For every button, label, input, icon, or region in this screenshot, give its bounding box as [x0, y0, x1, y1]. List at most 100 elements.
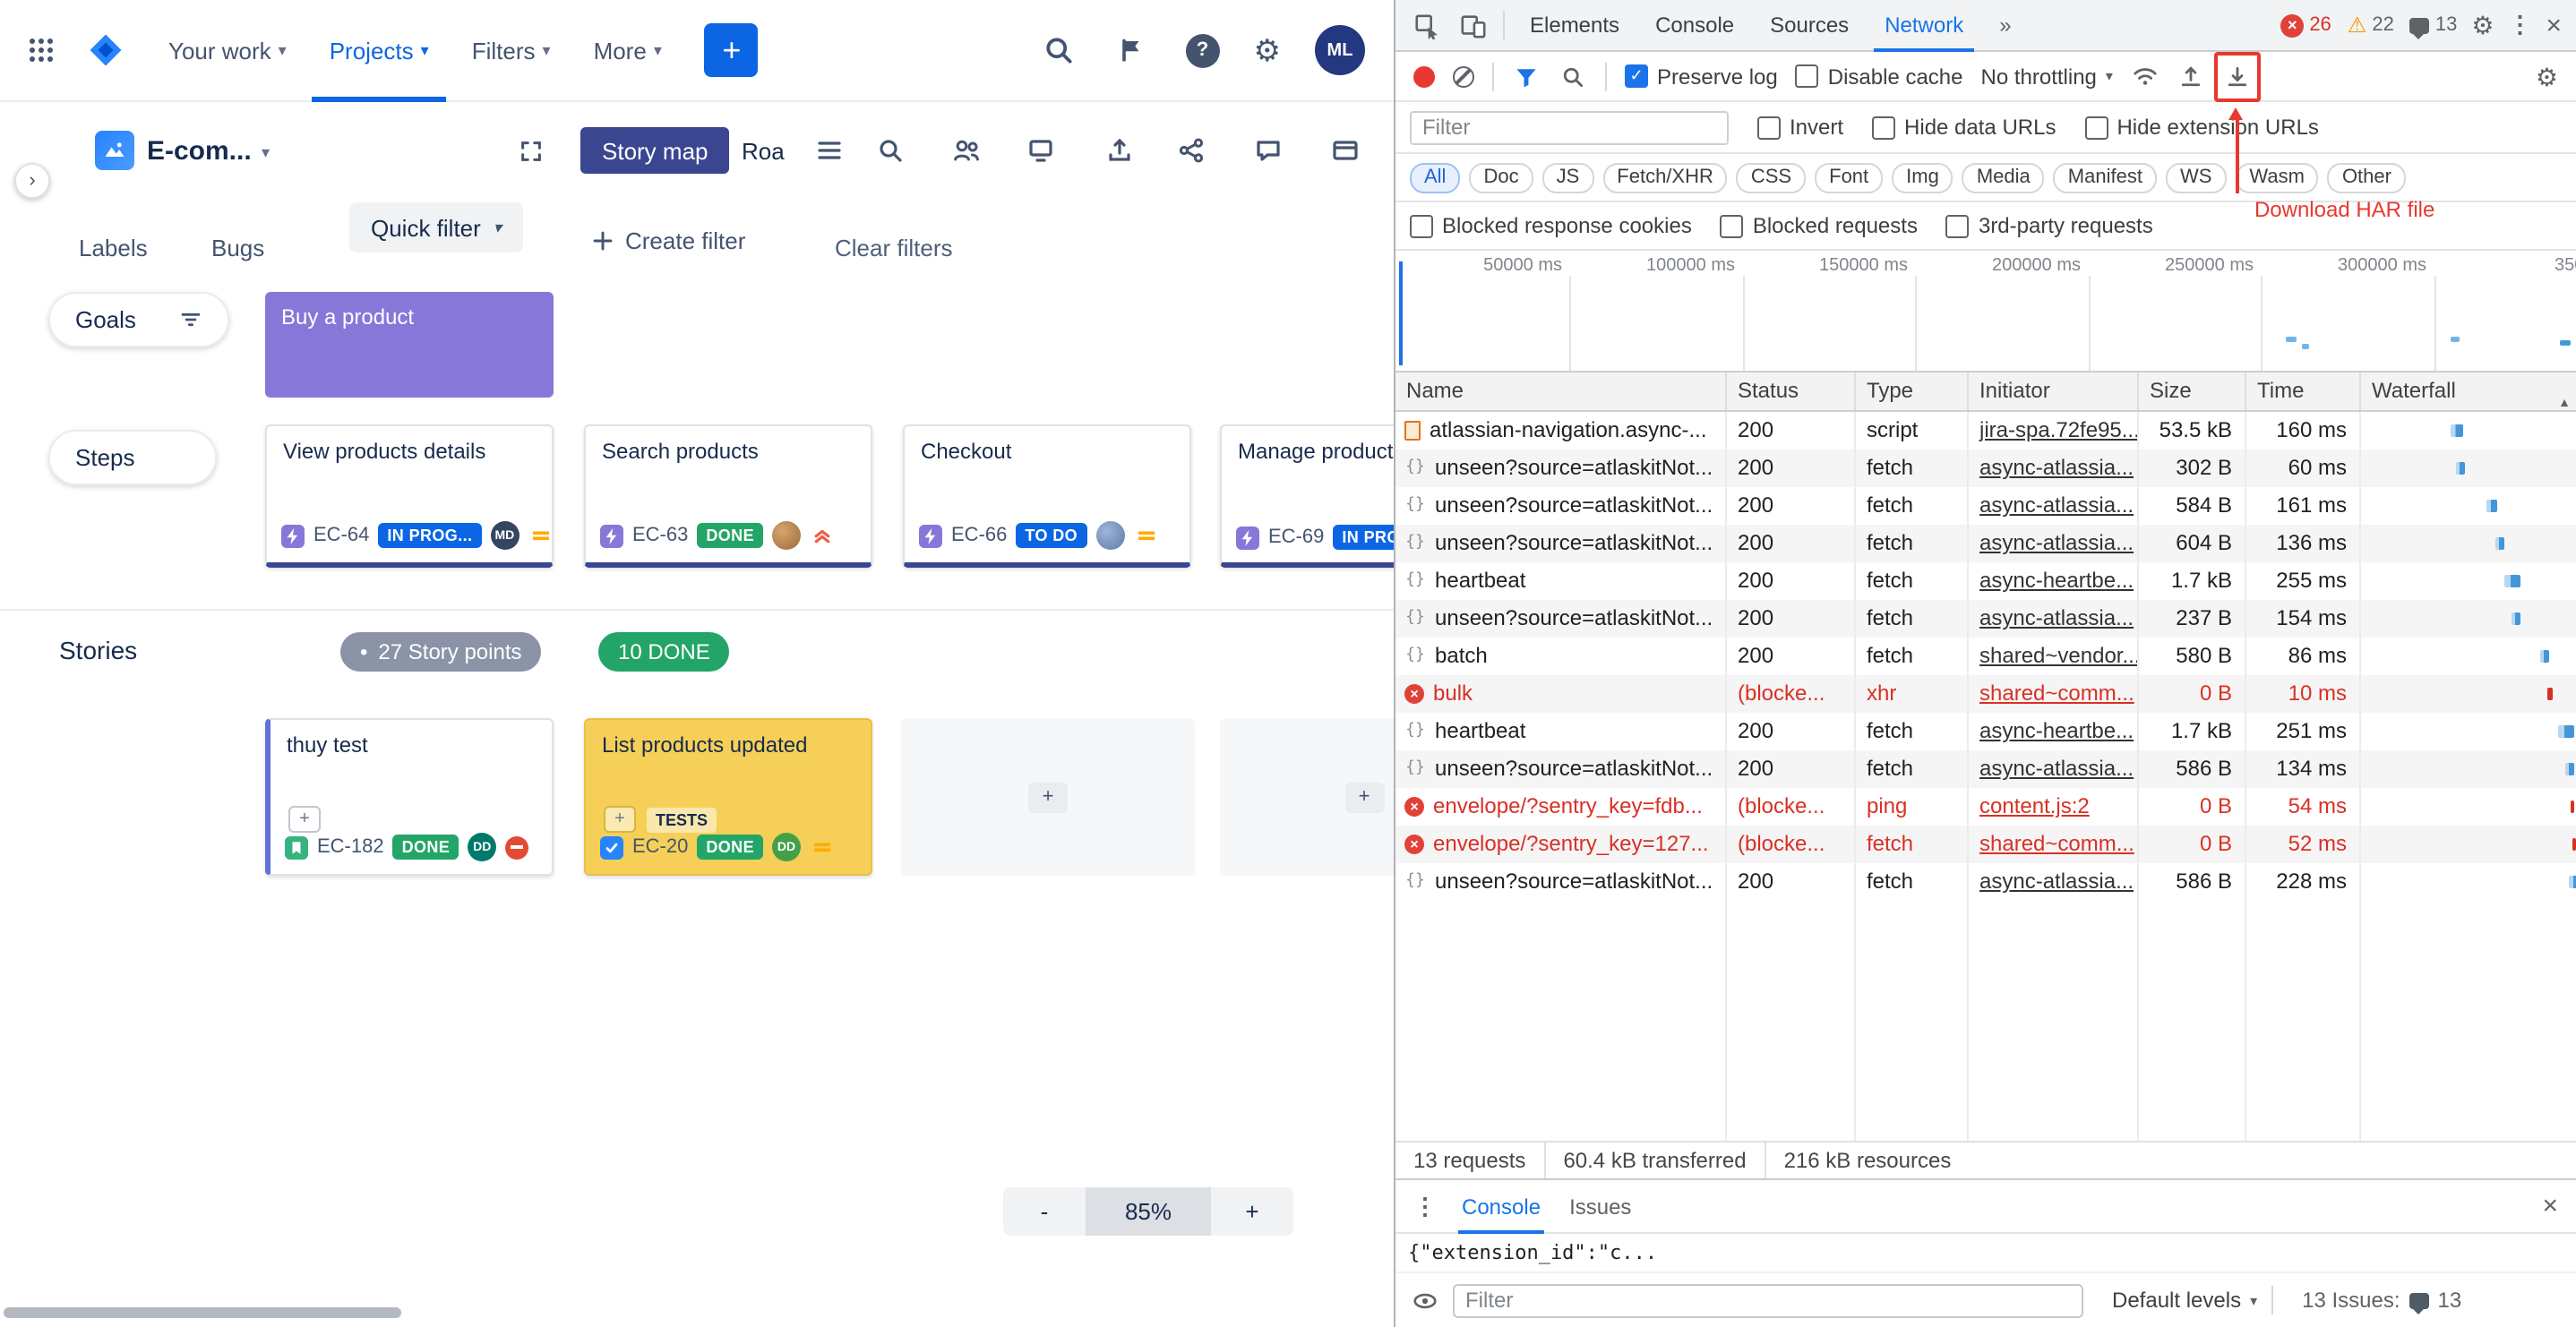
status-badge[interactable]: IN PROG... [1333, 525, 1394, 550]
app-switcher-icon[interactable] [21, 30, 61, 70]
request-name[interactable]: unseen?source=atlaskitNot... [1435, 449, 1713, 487]
request-name[interactable]: unseen?source=atlaskitNot... [1435, 863, 1713, 901]
request-initiator-link[interactable]: async-atlassia... [1979, 756, 2134, 781]
request-name[interactable]: envelope/?sentry_key=127... [1433, 826, 1709, 863]
request-name[interactable]: heartbeat [1435, 562, 1525, 600]
request-name[interactable]: unseen?source=atlaskitNot... [1435, 600, 1713, 638]
step-card[interactable]: Manage products EC-69 IN PROG... [1220, 424, 1394, 568]
fullscreen-icon[interactable] [518, 138, 545, 174]
drawer-close-icon[interactable]: × [2542, 1191, 2558, 1221]
request-name[interactable]: unseen?source=atlaskitNot... [1435, 750, 1713, 788]
add-label-button[interactable]: + [604, 806, 636, 833]
record-button[interactable] [1413, 65, 1435, 87]
log-levels-select[interactable]: Default levels▾ [2112, 1288, 2257, 1313]
add-label-button[interactable]: + [288, 806, 321, 833]
nav-more[interactable]: More▾ [576, 0, 680, 101]
request-initiator-link[interactable]: async-atlassia... [1979, 492, 2134, 518]
network-request-row[interactable]: ×bulk(blocke...xhrshared~comm...0 B10 ms [1395, 675, 2576, 713]
zoom-in-button[interactable]: + [1211, 1187, 1293, 1236]
empty-card-slot[interactable]: + [901, 718, 1195, 876]
eye-icon[interactable] [1410, 1286, 1438, 1314]
column-time[interactable]: Time [2246, 372, 2361, 410]
story-card[interactable]: thuy test + EC-182 DONE DD [265, 718, 554, 876]
filter-chip-media[interactable]: Media [1962, 162, 2045, 193]
sidebar-expand-button[interactable]: › [14, 163, 50, 199]
request-initiator-link[interactable]: async-heartbe... [1979, 718, 2134, 743]
filter-chip-all[interactable]: All [1410, 162, 1460, 193]
inspect-element-icon[interactable] [1410, 9, 1442, 41]
blocked-response-cookies-checkbox[interactable]: Blocked response cookies [1410, 213, 1692, 238]
column-name[interactable]: Name [1395, 372, 1727, 410]
story-card[interactable]: List products updated + TESTS EC-20 DONE… [584, 718, 872, 876]
assignee-avatar[interactable] [772, 521, 801, 550]
network-request-row[interactable]: atlassian-navigation.async-...200scriptj… [1395, 412, 2576, 449]
flag-icon[interactable] [1112, 30, 1152, 70]
drawer-tab-issues[interactable]: Issues [1566, 1179, 1635, 1233]
filter-chip-ws[interactable]: WS [2166, 162, 2226, 193]
assignee-avatar[interactable]: MD [490, 521, 519, 550]
column-status[interactable]: Status [1727, 372, 1856, 410]
request-initiator-link[interactable]: shared~vendor... [1979, 643, 2139, 668]
request-name[interactable]: envelope/?sentry_key=fdb... [1433, 788, 1703, 826]
devtools-menu-icon[interactable]: ⋮ [2508, 11, 2531, 39]
warnings-badge[interactable]: ⚠22 [2348, 14, 2394, 36]
request-initiator-link[interactable]: shared~comm... [1979, 831, 2134, 856]
filter-chip-css[interactable]: CSS [1737, 162, 1806, 193]
quick-filter-button[interactable]: Quick filter▾ [349, 202, 523, 253]
nav-projects[interactable]: Projects▾ [312, 0, 447, 101]
filter-chip-js[interactable]: JS [1542, 162, 1594, 193]
request-name[interactable]: batch [1435, 638, 1488, 675]
issues-counter[interactable]: 13 Issues:13 [2302, 1288, 2461, 1313]
preserve-log-checkbox[interactable]: ✓Preserve log [1625, 64, 1778, 89]
step-card[interactable]: Search products EC-63 DONE [584, 424, 872, 568]
request-name[interactable]: atlassian-navigation.async-... [1430, 412, 1707, 449]
request-name[interactable]: unseen?source=atlaskitNot... [1435, 525, 1713, 562]
network-settings-icon[interactable]: ⚙ [2536, 64, 2558, 89]
board-search-icon[interactable] [876, 136, 905, 174]
assignee-avatar[interactable] [1095, 521, 1124, 550]
status-badge[interactable]: IN PROG... [378, 523, 481, 548]
network-request-row[interactable]: ×envelope/?sentry_key=127...(blocke...fe… [1395, 826, 2576, 863]
tab-elements[interactable]: Elements [1519, 0, 1630, 51]
create-filter-button[interactable]: Create filter [591, 227, 745, 254]
network-request-row[interactable]: {}unseen?source=atlaskitNot...200fetchas… [1395, 525, 2576, 562]
status-badge[interactable]: DONE [393, 835, 459, 860]
goals-lane-pill[interactable]: Goals [48, 292, 229, 347]
request-initiator-link[interactable]: async-atlassia... [1979, 869, 2134, 894]
network-request-row[interactable]: {}heartbeat200fetchasync-heartbe...1.7 k… [1395, 713, 2576, 750]
status-badge[interactable]: DONE [697, 523, 763, 548]
blocked-requests-checkbox[interactable]: Blocked requests [1721, 213, 1918, 238]
request-name[interactable]: heartbeat [1435, 713, 1525, 750]
filter-chip-img[interactable]: Img [1892, 162, 1953, 193]
project-avatar-icon[interactable] [95, 131, 134, 170]
search-icon[interactable] [1039, 30, 1078, 70]
filter-chip-font[interactable]: Font [1815, 162, 1883, 193]
network-conditions-icon[interactable] [2131, 62, 2160, 90]
console-filter-input[interactable] [1453, 1283, 2083, 1317]
column-size[interactable]: Size [2139, 372, 2246, 410]
drawer-menu-icon[interactable]: ⋮ [1413, 1192, 1437, 1220]
column-initiator[interactable]: Initiator [1969, 372, 2139, 410]
zoom-out-button[interactable]: - [1003, 1187, 1086, 1236]
filter-chip-other[interactable]: Other [2328, 162, 2406, 193]
add-card-button[interactable]: + [1028, 782, 1068, 812]
filter-chip-doc[interactable]: Doc [1469, 162, 1533, 193]
network-request-row[interactable]: ×envelope/?sentry_key=fdb...(blocke...pi… [1395, 788, 2576, 826]
empty-card-slot[interactable]: + [1220, 718, 1394, 876]
network-request-row[interactable]: {}batch200fetchshared~vendor...580 B86 m… [1395, 638, 2576, 675]
request-name[interactable]: unseen?source=atlaskitNot... [1435, 487, 1713, 525]
request-initiator-link[interactable]: jira-spa.72fe95... [1979, 417, 2139, 442]
horizontal-scrollbar[interactable] [4, 1307, 401, 1318]
filter-chip-manifest[interactable]: Manifest [2054, 162, 2157, 193]
devtools-settings-icon[interactable]: ⚙ [2471, 13, 2494, 38]
status-badge[interactable]: TO DO [1016, 523, 1086, 548]
hide-extension-urls-checkbox[interactable]: Hide extension URLs [2084, 115, 2318, 140]
steps-lane-pill[interactable]: Steps [48, 430, 217, 485]
request-initiator-link[interactable]: async-heartbe... [1979, 568, 2134, 593]
comment-icon[interactable] [1254, 136, 1283, 174]
people-icon[interactable] [951, 136, 982, 174]
request-name[interactable]: bulk [1433, 675, 1473, 713]
invert-checkbox[interactable]: Invert [1757, 115, 1843, 140]
roadmap-tab[interactable]: Roa [742, 138, 785, 165]
tab-sources[interactable]: Sources [1759, 0, 1859, 51]
